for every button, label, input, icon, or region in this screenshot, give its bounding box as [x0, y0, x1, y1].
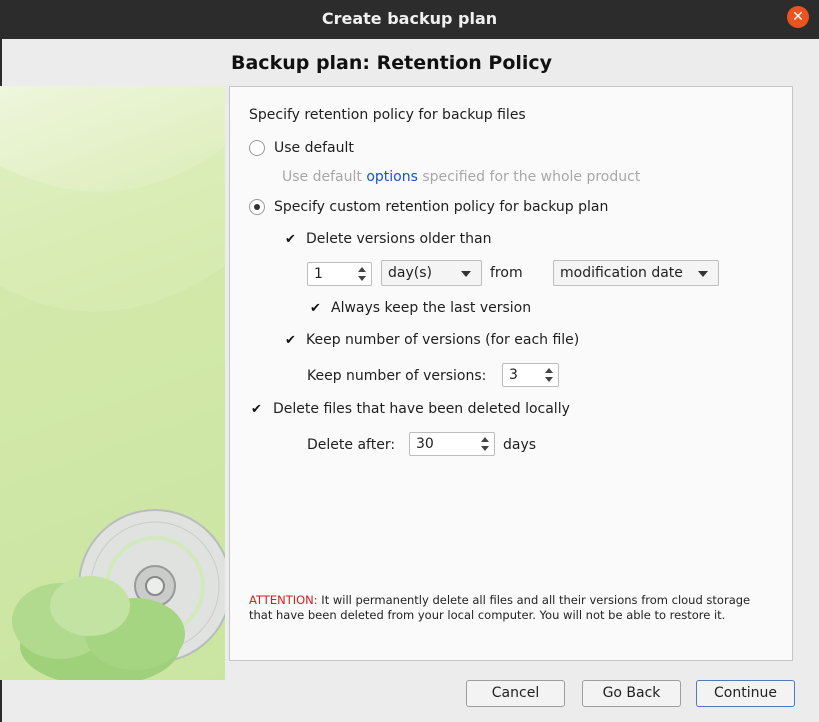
attention-text: It will permanently delete all files and… — [249, 593, 751, 622]
age-amount-value: 1 — [314, 266, 323, 282]
banner-image — [0, 86, 225, 680]
continue-button[interactable]: Continue — [696, 680, 795, 707]
keep-number-checkbox[interactable]: ✔ — [283, 333, 298, 348]
delete-older-checkbox[interactable]: ✔ — [283, 232, 298, 247]
spinner-arrows-icon[interactable] — [355, 263, 371, 285]
spinner-arrows-icon[interactable] — [478, 433, 494, 455]
delete-local-checkbox[interactable]: ✔ — [249, 402, 264, 417]
age-unit-value: day(s) — [388, 265, 432, 281]
default-hint-prefix: Use default — [282, 169, 362, 185]
delete-after-unit: days — [503, 437, 537, 453]
keep-count-value: 3 — [509, 367, 518, 383]
from-label: from — [490, 265, 523, 281]
delete-older-label[interactable]: Delete versions older than — [306, 231, 491, 247]
custom-policy-radio[interactable] — [249, 199, 265, 215]
custom-policy-label[interactable]: Specify custom retention policy for back… — [274, 199, 608, 215]
chevron-down-icon — [461, 271, 471, 277]
attention-prefix: ATTENTION: — [249, 593, 318, 607]
keep-count-spinner[interactable]: 3 — [502, 363, 559, 387]
options-link[interactable]: options — [366, 169, 418, 185]
spinner-arrows-icon[interactable] — [542, 364, 558, 386]
go-back-button[interactable]: Go Back — [582, 680, 681, 707]
keep-number-label[interactable]: Keep number of versions (for each file) — [306, 332, 579, 348]
use-default-radio[interactable] — [249, 140, 265, 156]
use-default-label[interactable]: Use default — [274, 140, 354, 156]
policy-intro: Specify retention policy for backup file… — [249, 107, 526, 123]
delete-local-label[interactable]: Delete files that have been deleted loca… — [273, 401, 570, 417]
keep-count-label: Keep number of versions: — [307, 368, 487, 384]
cancel-button[interactable]: Cancel — [466, 680, 565, 707]
close-icon[interactable]: ✕ — [787, 6, 809, 28]
page-title: Backup plan: Retention Policy — [231, 52, 553, 74]
date-basis-select[interactable]: modification date — [553, 260, 719, 286]
attention-note: ATTENTION: It will permanently delete al… — [249, 593, 774, 623]
delete-after-value: 30 — [416, 436, 434, 452]
delete-after-label: Delete after: — [307, 437, 396, 453]
default-hint-suffix: specified for the whole product — [422, 169, 641, 185]
delete-after-spinner[interactable]: 30 — [409, 432, 495, 456]
date-basis-value: modification date — [560, 265, 683, 281]
keep-last-label[interactable]: Always keep the last version — [331, 300, 531, 316]
chevron-down-icon — [698, 271, 708, 277]
keep-last-checkbox[interactable]: ✔ — [308, 301, 323, 316]
title-bar: Create backup plan ✕ — [0, 0, 819, 39]
age-unit-select[interactable]: day(s) — [381, 260, 482, 286]
disc-illustration — [0, 146, 225, 680]
window-title: Create backup plan — [321, 9, 498, 28]
age-amount-spinner[interactable]: 1 — [307, 262, 372, 286]
default-hint: Use default options specified for the wh… — [282, 169, 640, 185]
